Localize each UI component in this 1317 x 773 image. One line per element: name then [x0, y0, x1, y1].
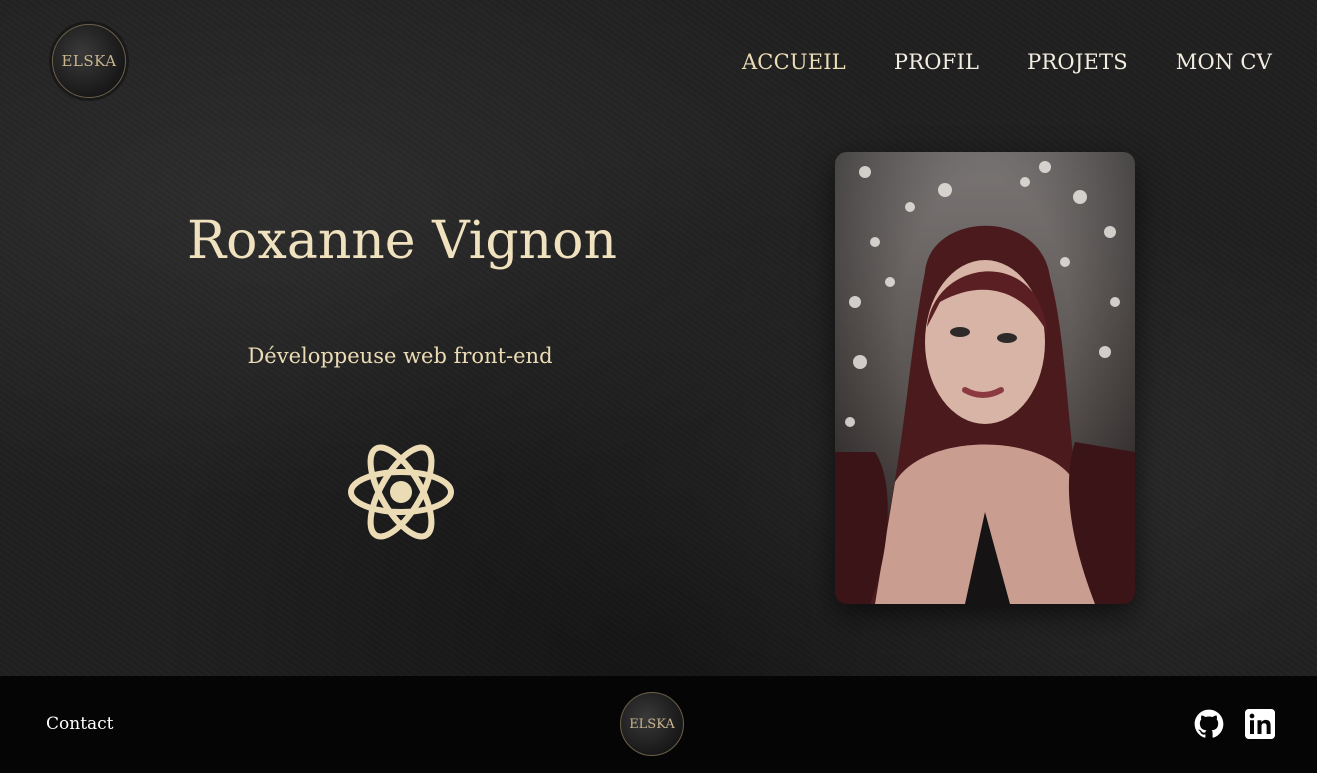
footer-logo-text: ELSKA [629, 716, 675, 732]
github-icon[interactable] [1194, 709, 1224, 739]
site-logo[interactable]: ELSKA [52, 24, 126, 98]
hero-name: Roxanne Vignon [187, 211, 617, 271]
react-atom-icon [348, 444, 454, 540]
nav-item-profil[interactable]: PROFIL [894, 48, 979, 76]
nav-item-projets[interactable]: PROJETS [1027, 48, 1128, 76]
logo-text: ELSKA [61, 52, 117, 70]
main-nav: ACCUEIL PROFIL PROJETS MON CV [742, 48, 1272, 76]
nav-item-accueil[interactable]: ACCUEIL [742, 48, 846, 76]
contact-link[interactable]: Contact [46, 712, 114, 736]
portrait-photo [835, 152, 1135, 604]
nav-item-mon-cv[interactable]: MON CV [1176, 48, 1272, 76]
hero-role: Développeuse web front-end [247, 344, 553, 368]
footer-logo[interactable]: ELSKA [620, 692, 684, 756]
portrait-illustration [835, 161, 1135, 604]
linkedin-icon[interactable] [1245, 709, 1275, 739]
